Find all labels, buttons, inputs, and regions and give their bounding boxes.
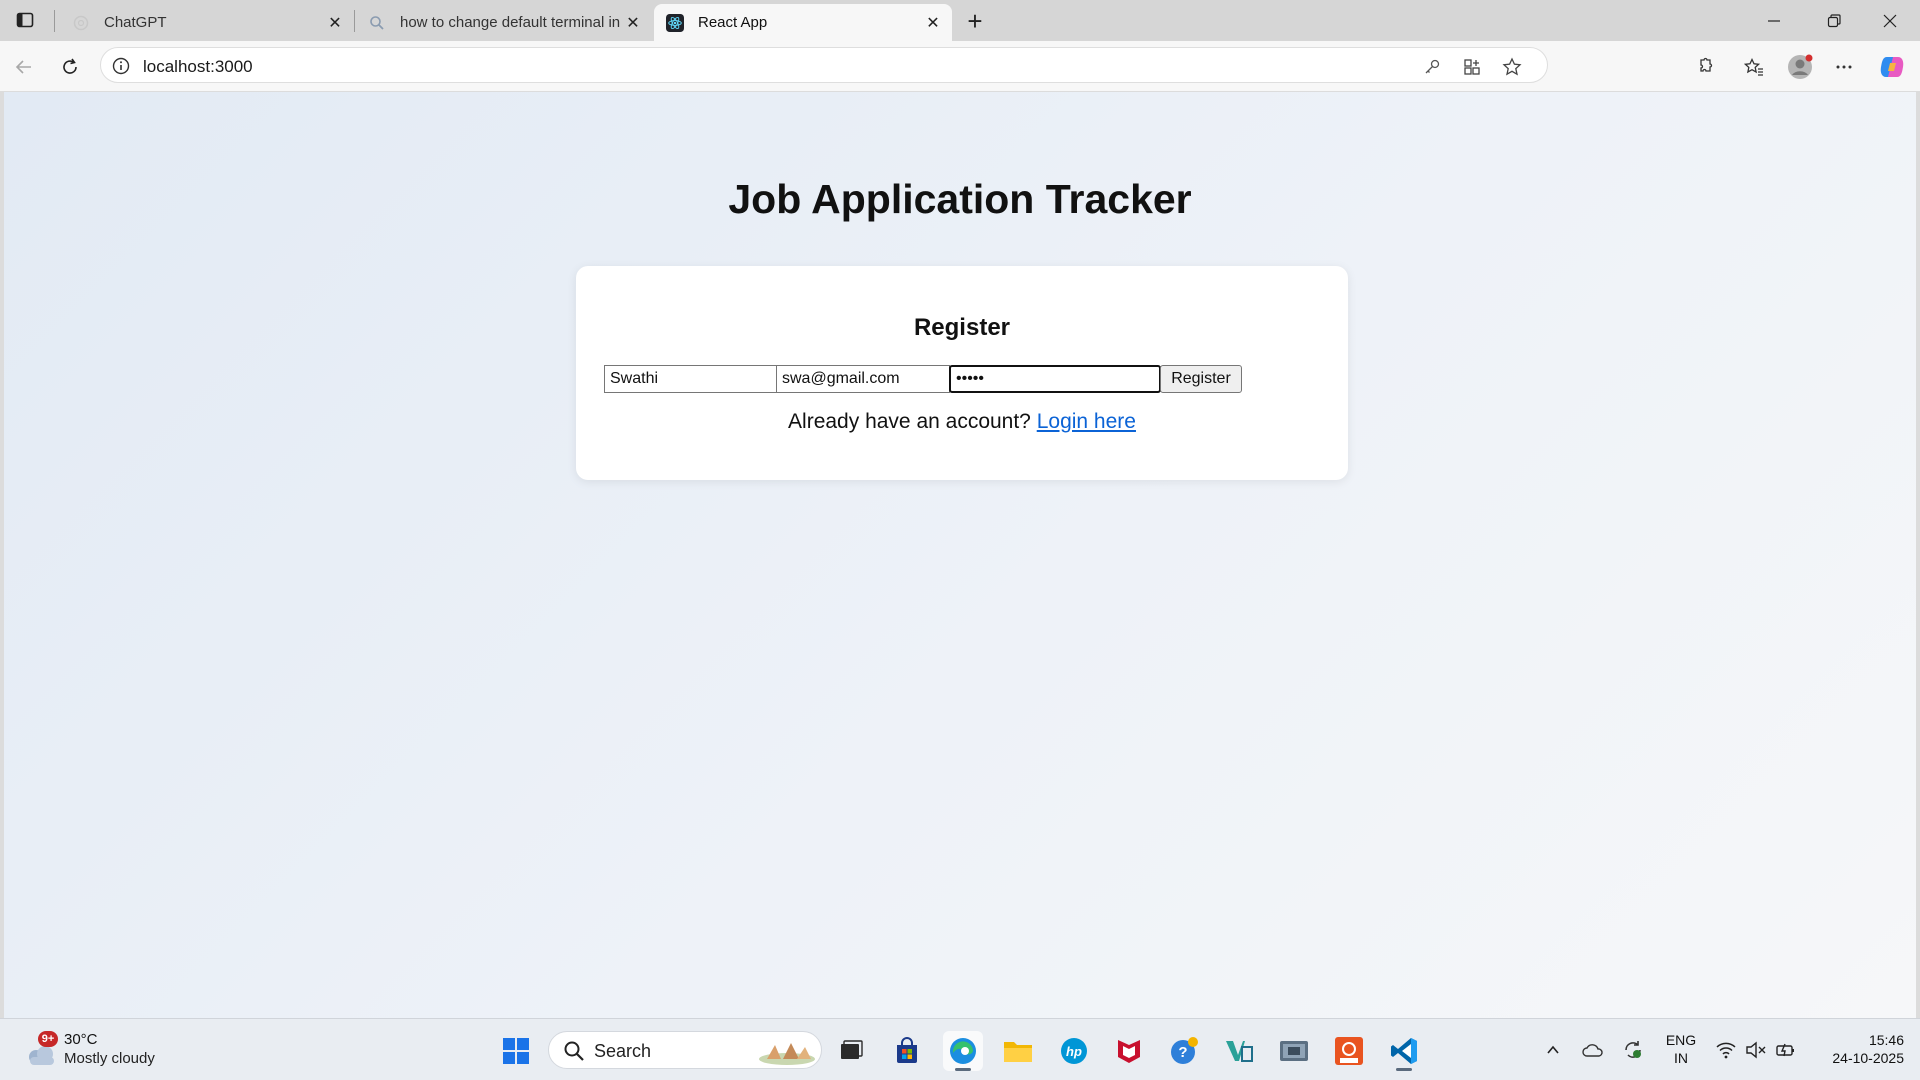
running-indicator [1396, 1068, 1412, 1071]
tab-close-icon[interactable]: ✕ [920, 10, 946, 36]
tab-label: ChatGPT [104, 14, 167, 31]
clock-date: 24-10-2025 [1832, 1050, 1904, 1066]
app-available-icon[interactable] [1461, 56, 1483, 78]
register-card: Register Register Already have an accoun… [576, 266, 1348, 480]
cloud-icon [24, 1043, 58, 1072]
search-label: Search [594, 1041, 652, 1061]
svg-text:?: ? [1178, 1044, 1187, 1061]
site-info-icon[interactable] [111, 56, 131, 76]
refresh-icon[interactable] [54, 51, 86, 83]
windows-taskbar: 9+ 30°C Mostly cloudy Search hp ? ENG IN… [0, 1018, 1920, 1080]
url-text[interactable]: localhost:3000 [143, 57, 253, 77]
back-icon[interactable] [8, 51, 40, 83]
vscode-icon[interactable] [1384, 1031, 1424, 1071]
edge-browser-icon[interactable] [943, 1031, 983, 1071]
restore-icon[interactable] [1804, 0, 1864, 41]
profile-avatar-icon[interactable] [1786, 53, 1814, 81]
address-bar[interactable]: localhost:3000 [100, 47, 1548, 83]
battery-charging-icon[interactable] [1773, 1037, 1799, 1063]
ubuntu-app-icon[interactable] [1329, 1031, 1369, 1071]
favorite-star-icon[interactable] [1501, 56, 1523, 78]
virtual-machine-icon[interactable] [1274, 1031, 1314, 1071]
search-icon [563, 1040, 585, 1067]
mcafee-icon[interactable] [1109, 1031, 1149, 1071]
system-clock[interactable]: 15:46 24-10-2025 [1810, 1031, 1904, 1067]
taskbar-search[interactable]: Search [548, 1031, 822, 1069]
start-windows-icon[interactable] [496, 1031, 536, 1071]
tab-close-icon[interactable]: ✕ [620, 10, 646, 36]
tab-label: React App [698, 14, 768, 31]
language-indicator[interactable]: ENG IN [1660, 1031, 1702, 1067]
password-input[interactable] [949, 365, 1161, 393]
visual-studio-icon[interactable] [1219, 1031, 1259, 1071]
task-view-icon[interactable] [831, 1031, 871, 1071]
hp-app-icon[interactable]: hp [1054, 1031, 1094, 1071]
microsoft-store-icon[interactable] [887, 1031, 927, 1071]
react-favicon-icon [666, 13, 684, 32]
browser-title-bar: ChatGPT ✕ how to change default terminal… [0, 0, 1920, 41]
tab-close-icon[interactable]: ✕ [322, 10, 348, 36]
running-indicator [955, 1068, 971, 1071]
onedrive-cloud-icon[interactable] [1580, 1037, 1606, 1063]
close-window-icon[interactable] [1860, 0, 1920, 41]
tab-label: how to change default terminal in [400, 14, 620, 31]
tab-chatgpt[interactable]: ChatGPT ✕ [60, 4, 354, 41]
register-button[interactable]: Register [1160, 365, 1242, 393]
sync-icon[interactable] [1620, 1037, 1646, 1063]
tab-search[interactable]: how to change default terminal in ✕ [356, 4, 652, 41]
clock-time: 15:46 [1868, 1032, 1904, 1048]
favorites-icon[interactable] [1740, 53, 1768, 81]
login-prompt-text: Already have an account? [788, 410, 1031, 433]
key-icon[interactable] [1421, 56, 1443, 78]
minimize-icon[interactable] [1744, 0, 1804, 41]
wifi-icon[interactable] [1713, 1037, 1739, 1063]
weather-condition: Mostly cloudy [64, 1050, 155, 1067]
tab-separator [54, 10, 55, 32]
chatgpt-favicon-icon [72, 14, 90, 32]
email-input[interactable] [776, 365, 950, 393]
new-tab-icon[interactable]: + [960, 6, 990, 36]
weather-widget[interactable]: 9+ 30°C Mostly cloudy [20, 1029, 180, 1073]
browser-toolbar: localhost:3000 [0, 41, 1920, 91]
page-title: Job Application Tracker [728, 176, 1192, 222]
login-prompt: Already have an account? Login here [576, 410, 1348, 434]
more-options-icon[interactable] [1830, 53, 1858, 81]
search-favicon-icon [368, 14, 386, 32]
file-explorer-icon[interactable] [998, 1031, 1038, 1071]
search-highlight-icon [757, 1037, 817, 1065]
svg-text:hp: hp [1066, 1044, 1082, 1059]
notification-badge: 9+ [38, 1031, 58, 1047]
get-help-icon[interactable]: ? [1164, 1031, 1204, 1071]
extensions-icon[interactable] [1690, 53, 1718, 81]
tab-actions-icon[interactable] [10, 6, 40, 34]
name-input[interactable] [604, 365, 777, 393]
tab-react-app[interactable]: React App ✕ [654, 4, 952, 41]
show-hidden-icons-icon[interactable] [1540, 1037, 1566, 1063]
copilot-icon[interactable] [1878, 53, 1906, 81]
login-link[interactable]: Login here [1037, 410, 1136, 433]
language-primary: ENG [1665, 1032, 1697, 1048]
speaker-muted-icon[interactable] [1743, 1037, 1769, 1063]
page-viewport: Job Application Tracker Register Registe… [4, 92, 1916, 1018]
weather-temperature: 30°C [64, 1031, 98, 1048]
language-secondary: IN [1674, 1050, 1688, 1066]
tab-separator [354, 10, 355, 32]
register-heading: Register [913, 314, 1011, 341]
